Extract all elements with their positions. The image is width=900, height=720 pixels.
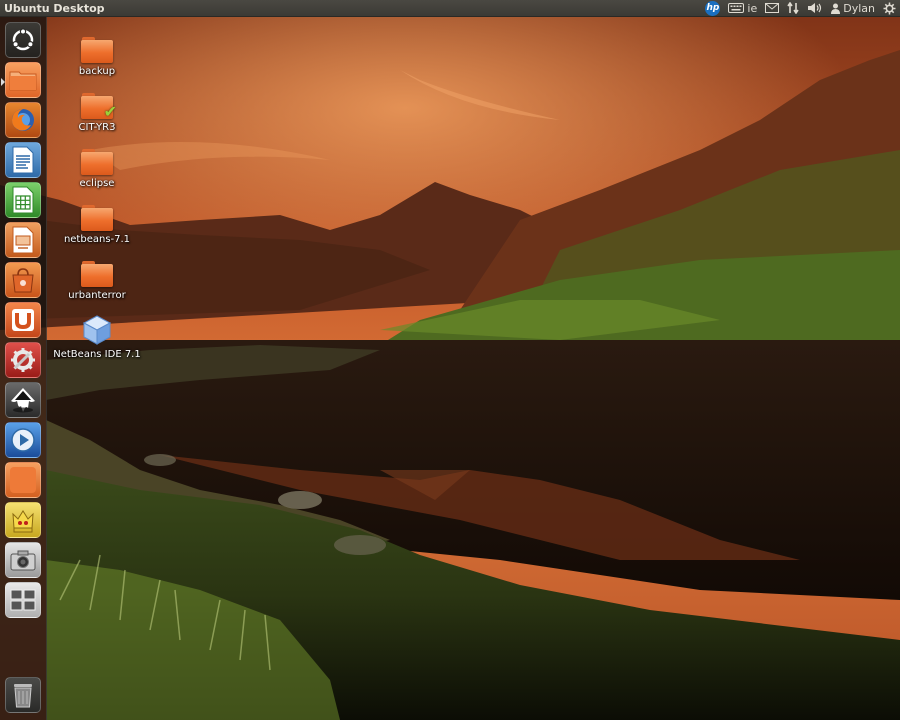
- inkscape-launcher[interactable]: [5, 382, 41, 418]
- media-player-icon: [11, 428, 35, 452]
- writer-launcher[interactable]: [5, 142, 41, 178]
- desktop-icon-backup[interactable]: backup: [52, 37, 142, 77]
- desktop-icon-label: CIT-YR3: [78, 122, 116, 133]
- user-indicator[interactable]: Dylan: [831, 2, 875, 15]
- top-panel: Ubuntu Desktop hp ie Dylan: [0, 0, 900, 17]
- desktop-icon-cit-yr3[interactable]: ✔ CIT-YR3: [52, 93, 142, 133]
- desktop-icon-label: eclipse: [79, 178, 115, 189]
- desktop-icon-urbanterror[interactable]: urbanterror: [52, 261, 142, 301]
- home-folder-icon: [9, 71, 37, 91]
- unity-launcher: [0, 17, 47, 720]
- user-name: Dylan: [843, 1, 875, 15]
- indicator-area: hp ie Dylan: [705, 0, 896, 16]
- dash-home-icon: [12, 28, 34, 51]
- libreoffice-writer-icon: [12, 146, 34, 174]
- workspace-switcher-icon: [10, 589, 36, 611]
- volume-icon: [808, 3, 822, 13]
- screenshot-launcher[interactable]: [5, 542, 41, 578]
- trash-icon: [14, 684, 32, 708]
- session-indicator[interactable]: [883, 2, 896, 15]
- mail-envelope-icon: [765, 3, 780, 13]
- firefox-launcher[interactable]: [5, 102, 41, 138]
- screenshot-camera-icon: [10, 550, 36, 571]
- keyboard-icon: [728, 3, 745, 13]
- keyboard-indicator[interactable]: ie: [728, 2, 757, 15]
- desktop-icon-label: NetBeans IDE 7.1: [53, 349, 141, 360]
- game-app-icon: [12, 510, 34, 533]
- hp-logo-icon: hp: [705, 0, 721, 16]
- trash-launcher[interactable]: [5, 677, 41, 713]
- folder-icon: [81, 37, 113, 63]
- network-arrows-icon: [787, 2, 799, 14]
- desktop-icon-netbeans-7-1[interactable]: netbeans-7.1: [52, 205, 142, 245]
- calc-launcher[interactable]: [5, 182, 41, 218]
- game-launcher[interactable]: [5, 502, 41, 538]
- network-indicator[interactable]: [787, 2, 799, 14]
- desktop-icon-label: urbanterror: [68, 290, 126, 301]
- impress-launcher[interactable]: [5, 222, 41, 258]
- system-settings-icon: [11, 348, 35, 372]
- inkscape-icon: [11, 388, 35, 413]
- keyboard-layout-label: ie: [747, 1, 758, 15]
- ubuntu-one-launcher[interactable]: [5, 302, 41, 338]
- desktop-icon-label: backup: [78, 66, 116, 77]
- sound-indicator[interactable]: [807, 2, 823, 14]
- hp-printer-indicator[interactable]: hp: [705, 0, 721, 16]
- gear-icon: [883, 2, 896, 14]
- home-folder-launcher[interactable]: [1, 62, 41, 98]
- system-settings-launcher[interactable]: [5, 342, 41, 378]
- ubuntu-software-center-icon: [12, 268, 34, 293]
- window-title: Ubuntu Desktop: [4, 1, 105, 15]
- desktop-icon-eclipse[interactable]: eclipse: [52, 149, 142, 189]
- netbeans-cube-icon: [82, 315, 112, 345]
- media-player-launcher[interactable]: [5, 422, 41, 458]
- messaging-indicator[interactable]: [765, 3, 780, 13]
- workspace-switcher-launcher[interactable]: [5, 582, 41, 618]
- checkmark-emblem-icon: ✔: [103, 102, 117, 121]
- running-indicator-icon: [1, 78, 5, 86]
- ubuntu-one-icon: [12, 309, 34, 331]
- folder-icon: [81, 205, 113, 231]
- folder-with-check-icon: ✔: [81, 93, 117, 121]
- firefox-icon: [12, 109, 34, 131]
- workspace-app-icon: [10, 467, 36, 493]
- desktop-icon-label: netbeans-7.1: [63, 234, 131, 245]
- software-center-launcher[interactable]: [5, 262, 41, 298]
- folder-icon: [81, 149, 113, 175]
- folder-icon: [81, 261, 113, 287]
- workspace-app-launcher[interactable]: [5, 462, 41, 498]
- libreoffice-impress-icon: [12, 226, 34, 254]
- desktop-icon-netbeans-ide[interactable]: NetBeans IDE 7.1: [52, 314, 142, 360]
- libreoffice-calc-icon: [12, 186, 34, 214]
- dash-home-button[interactable]: [5, 22, 41, 58]
- user-person-icon: [831, 3, 841, 14]
